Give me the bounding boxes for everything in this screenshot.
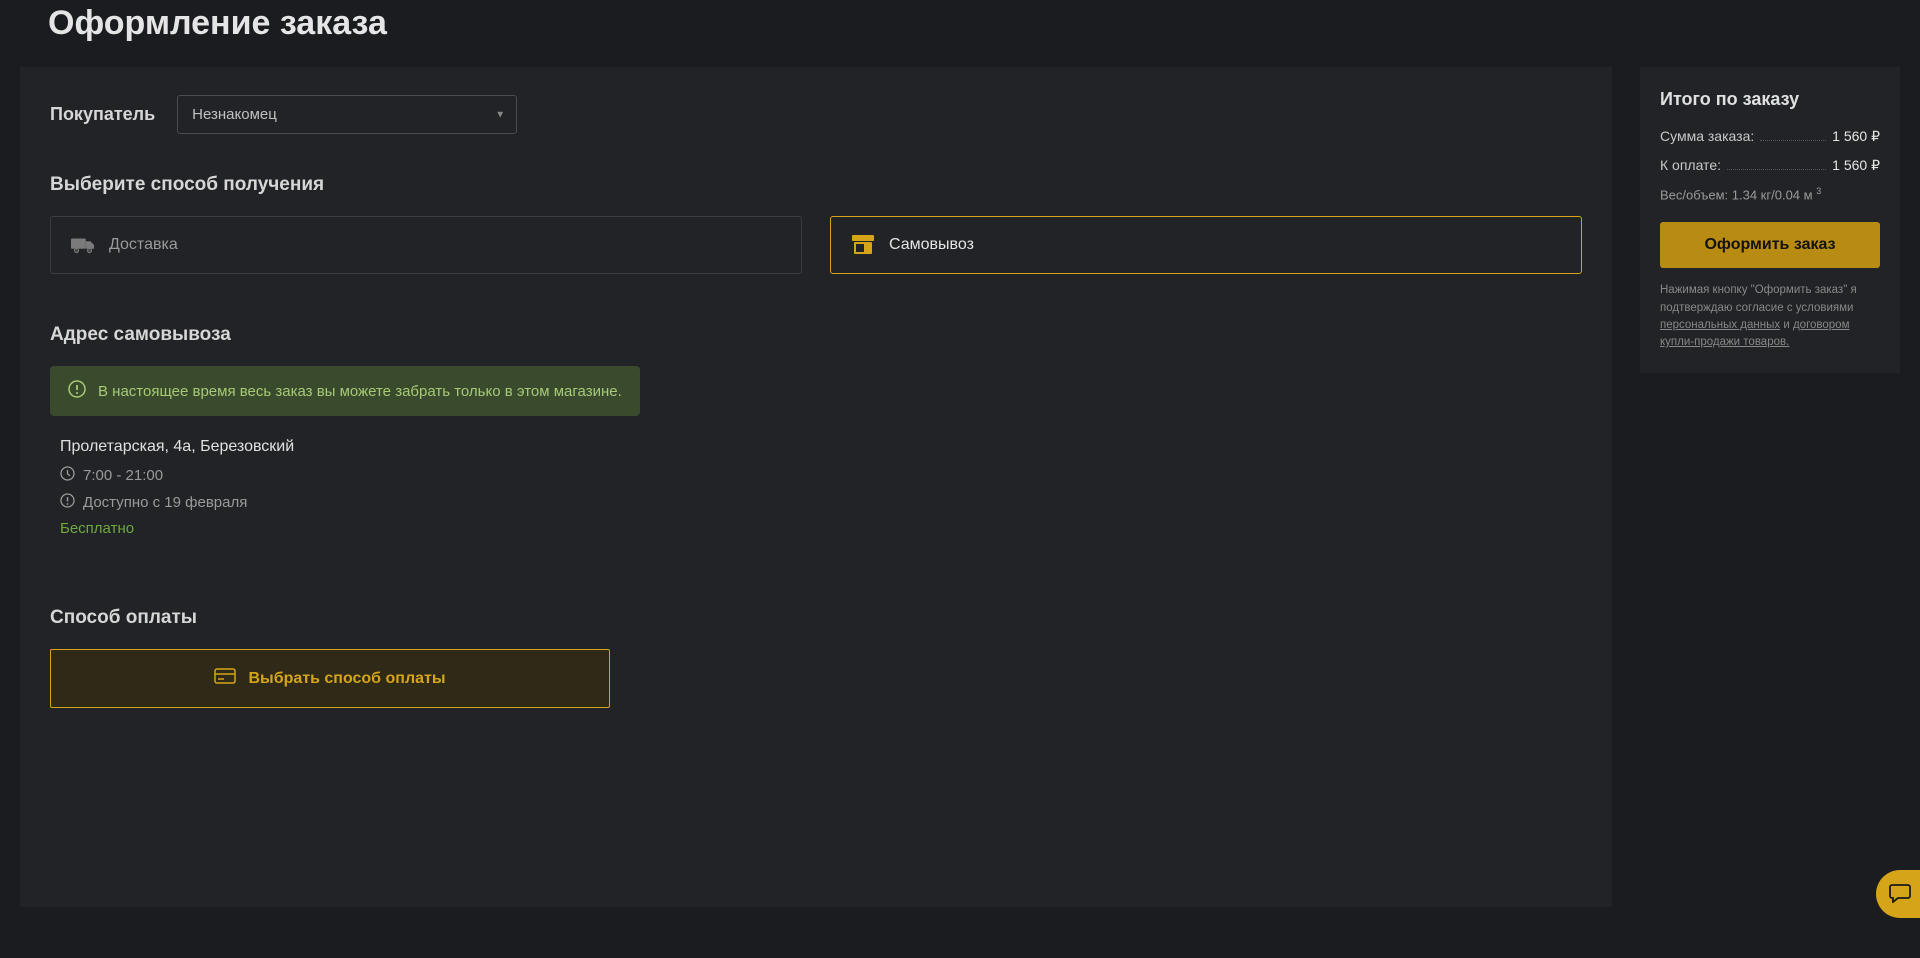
dots-divider — [1760, 140, 1826, 141]
pickup-price: Бесплатно — [60, 520, 1582, 537]
pickup-address-title: Адрес самовывоза — [50, 324, 1582, 346]
pickup-option[interactable]: Самовывоз — [830, 216, 1582, 274]
delivery-option[interactable]: Доставка — [50, 216, 802, 274]
personal-data-link[interactable]: персональных данных — [1660, 319, 1780, 331]
submit-order-button[interactable]: Оформить заказ — [1660, 222, 1880, 268]
summary-weight: Вес/объем: 1.34 кг/0.04 м 3 — [1660, 186, 1880, 202]
page-title: Оформление заказа — [20, 0, 1900, 67]
buyer-select[interactable]: Незнакомец — [177, 95, 517, 134]
choose-payment-label: Выбрать способ оплаты — [248, 670, 445, 688]
clock-icon — [60, 466, 75, 485]
checkout-main-panel: Покупатель Незнакомец ▼ Выберите способ … — [20, 67, 1612, 907]
buyer-label: Покупатель — [50, 104, 155, 125]
choose-payment-button[interactable]: Выбрать способ оплаты — [50, 649, 610, 708]
summary-to-pay-label: К оплате: — [1660, 157, 1721, 173]
legal-notice: Нажимая кнопку "Оформить заказ" я подтве… — [1660, 282, 1880, 351]
store-icon — [851, 235, 875, 255]
pickup-available: Доступно с 19 февраля — [83, 494, 247, 511]
payment-method-title: Способ оплаты — [50, 607, 1582, 629]
summary-title: Итого по заказу — [1660, 89, 1880, 110]
pickup-option-label: Самовывоз — [889, 236, 974, 254]
pickup-alert-text: В настоящее время весь заказ вы можете з… — [98, 383, 622, 400]
delivery-option-label: Доставка — [109, 236, 178, 254]
order-summary-panel: Итого по заказу Сумма заказа: 1 560 ₽ К … — [1640, 67, 1900, 373]
pickup-address: Пролетарская, 4а, Березовский — [60, 438, 1582, 456]
delivery-method-title: Выберите способ получения — [50, 174, 1582, 196]
truck-icon — [71, 235, 95, 255]
pickup-hours: 7:00 - 21:00 — [83, 467, 163, 484]
chat-icon — [1885, 883, 1911, 906]
info-small-icon — [60, 493, 75, 512]
summary-order-sum-value: 1 560 ₽ — [1832, 128, 1880, 145]
info-icon — [68, 380, 86, 402]
pickup-alert: В настоящее время весь заказ вы можете з… — [50, 366, 640, 416]
dots-divider — [1727, 169, 1826, 170]
chat-fab[interactable] — [1876, 870, 1920, 918]
summary-order-sum-label: Сумма заказа: — [1660, 128, 1754, 144]
summary-to-pay-value: 1 560 ₽ — [1832, 157, 1880, 174]
card-icon — [214, 668, 236, 689]
